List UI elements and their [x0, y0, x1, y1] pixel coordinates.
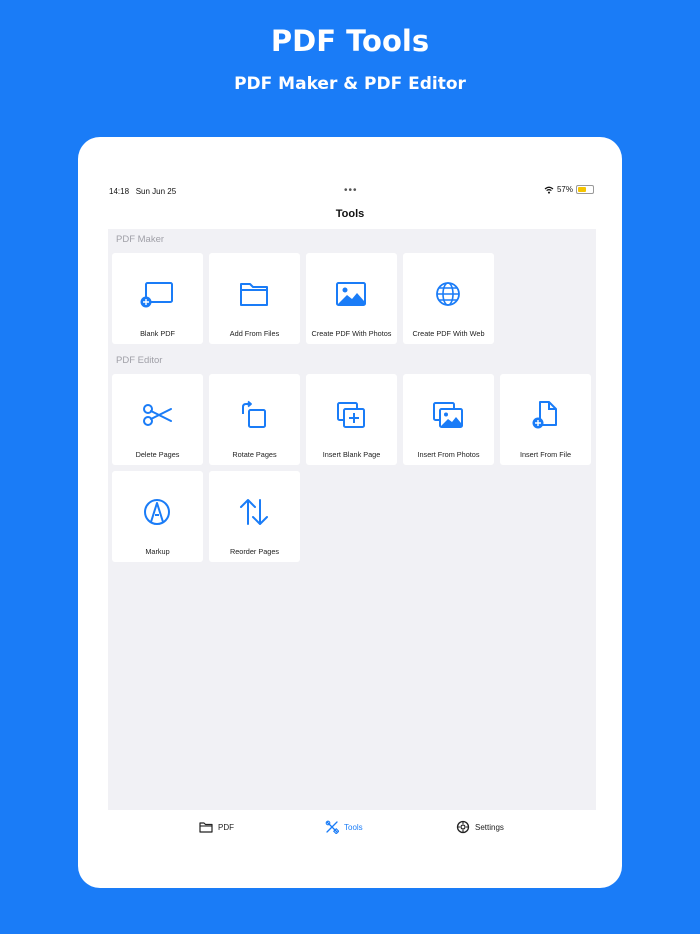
tab-tools[interactable]: Tools — [325, 820, 363, 834]
tool-label: Markup — [145, 547, 170, 556]
tool-label: Blank PDF — [140, 329, 175, 338]
status-date: Sun Jun 25 — [135, 187, 177, 196]
tab-label: PDF — [218, 822, 234, 832]
tab-pdf[interactable]: PDF — [199, 820, 234, 834]
section-title-pdf-editor: PDF Editor — [116, 355, 163, 366]
tool-label: Reorder Pages — [229, 547, 280, 556]
insert-photos-icon — [433, 402, 463, 428]
battery-level-fill — [578, 187, 586, 192]
tool-create-pdf-with-web[interactable]: Create PDF With Web — [403, 253, 494, 344]
blank-pdf-icon — [140, 282, 173, 308]
wifi-icon — [544, 186, 554, 194]
section-title-pdf-maker: PDF Maker — [116, 234, 165, 245]
tool-markup[interactable]: Markup — [112, 471, 203, 562]
status-indicators: 57% — [544, 185, 594, 194]
settings-icon — [456, 820, 470, 834]
tool-label: Rotate Pages — [232, 450, 277, 459]
insert-blank-page-icon — [337, 402, 365, 428]
tool-add-from-files[interactable]: Add From Files — [209, 253, 300, 344]
tool-insert-from-photos[interactable]: Insert From Photos — [403, 374, 494, 465]
tab-bar: PDF Tools Settings — [78, 810, 622, 850]
tool-label: Create PDF With Photos — [311, 329, 392, 338]
tool-blank-pdf[interactable]: Blank PDF — [112, 253, 203, 344]
tablet-screen: 14:18 Sun Jun 25 ••• 57% Tools PDF Maker… — [78, 137, 622, 888]
tool-label: Insert Blank Page — [322, 450, 381, 459]
tool-label: Create PDF With Web — [412, 329, 485, 338]
tab-settings[interactable]: Settings — [456, 820, 504, 834]
scissors-icon — [143, 404, 172, 426]
tab-label: Settings — [475, 822, 504, 832]
multitask-dots-icon[interactable]: ••• — [344, 185, 358, 196]
tool-reorder-pages[interactable]: Reorder Pages — [209, 471, 300, 562]
rotate-icon — [242, 400, 266, 428]
tool-rotate-pages[interactable]: Rotate Pages — [209, 374, 300, 465]
folder-icon — [240, 283, 268, 306]
tool-label: Insert From File — [519, 450, 572, 459]
globe-icon — [436, 282, 460, 306]
hero-subtitle: PDF Maker & PDF Editor — [234, 74, 466, 94]
folder-icon — [199, 822, 213, 833]
tool-label: Delete Pages — [135, 450, 180, 459]
photo-icon — [336, 282, 366, 306]
tools-icon — [325, 820, 339, 834]
tool-insert-blank-page[interactable]: Insert Blank Page — [306, 374, 397, 465]
battery-percent: 57% — [556, 185, 573, 194]
tab-label: Tools — [344, 822, 363, 832]
reorder-arrows-icon — [240, 499, 268, 525]
tool-delete-pages[interactable]: Delete Pages — [112, 374, 203, 465]
tool-create-pdf-with-photos[interactable]: Create PDF With Photos — [306, 253, 397, 344]
tool-insert-from-file[interactable]: Insert From File — [500, 374, 591, 465]
markup-pen-icon — [144, 499, 170, 525]
hero-title: PDF Tools — [270, 24, 430, 58]
tools-content: PDF Maker Blank PDF Add From Files Creat… — [108, 229, 596, 810]
page-title: Tools — [335, 208, 365, 220]
tool-label: Add From Files — [229, 329, 280, 338]
insert-file-icon — [532, 401, 557, 429]
tool-label: Insert From Photos — [417, 450, 480, 459]
status-time: 14:18 — [109, 187, 130, 196]
battery-icon — [576, 185, 594, 194]
status-bar: 14:18 Sun Jun 25 ••• 57% — [78, 185, 622, 199]
